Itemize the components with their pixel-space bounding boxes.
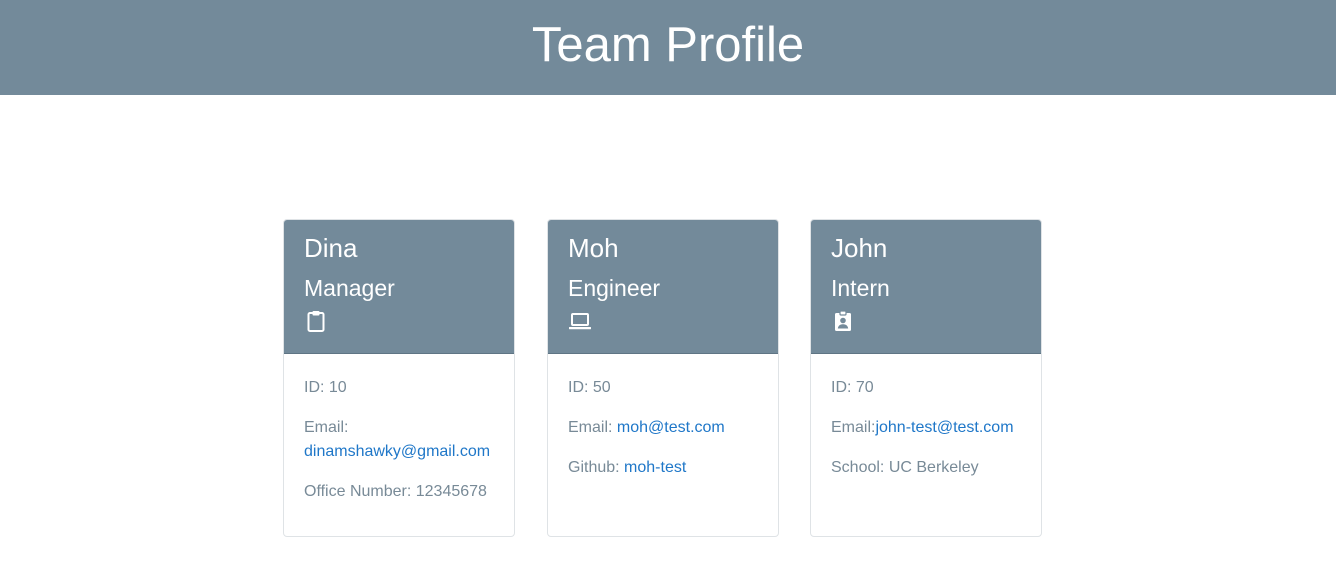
school: School: UC Berkeley bbox=[831, 459, 979, 476]
card-body: ID: 50 Email: moh@test.com Github: moh-t… bbox=[548, 354, 778, 480]
card-header: John Intern bbox=[811, 220, 1041, 354]
page: Team Profile Dina Manager ID: 10 Email: … bbox=[0, 0, 1336, 585]
email-link[interactable]: john-test@test.com bbox=[875, 419, 1013, 436]
email-label: Email: bbox=[568, 419, 613, 436]
card-body: ID: 70 Email:john-test@test.com School: … bbox=[811, 354, 1041, 480]
employee-role: Intern bbox=[831, 275, 890, 301]
github-label: Github: bbox=[568, 459, 620, 476]
employee-id: ID: 50 bbox=[568, 379, 611, 396]
employee-card-manager: Dina Manager ID: 10 Email: dinamshawky@g… bbox=[283, 219, 515, 537]
employee-id: ID: 10 bbox=[304, 379, 347, 396]
email-link[interactable]: moh@test.com bbox=[617, 419, 725, 436]
laptop-icon bbox=[569, 313, 591, 330]
github-row: Github: moh-test bbox=[568, 456, 758, 480]
employee-name: Dina bbox=[304, 233, 358, 263]
card-header: Dina Manager bbox=[284, 220, 514, 354]
employee-email-row: Email: dinamshawky@gmail.com bbox=[304, 416, 494, 464]
clipboard-icon bbox=[307, 311, 325, 332]
employee-email-row: Email: moh@test.com bbox=[568, 416, 758, 440]
employee-card-intern: John Intern ID: 70 Email:john-test@test.… bbox=[810, 219, 1042, 537]
employee-name: John bbox=[831, 233, 888, 263]
employee-card-engineer: Moh Engineer ID: 50 Email: moh@test.com … bbox=[547, 219, 779, 537]
employee-role: Manager bbox=[304, 275, 395, 301]
github-link[interactable]: moh-test bbox=[624, 459, 686, 476]
email-link[interactable]: dinamshawky@gmail.com bbox=[304, 443, 490, 460]
employee-role: Engineer bbox=[568, 275, 661, 301]
email-label: Email: bbox=[304, 419, 349, 436]
badge-icon bbox=[835, 310, 851, 331]
page-header: Team Profile bbox=[0, 0, 1336, 95]
employee-email-row: Email:john-test@test.com bbox=[831, 416, 1021, 440]
email-label: Email: bbox=[831, 419, 876, 436]
employee-name: Moh bbox=[568, 233, 619, 263]
page-title: Team Profile bbox=[531, 17, 805, 72]
card-body: ID: 10 Email: dinamshawky@gmail.com Offi… bbox=[284, 354, 514, 504]
office-number: Office Number: 12345678 bbox=[304, 483, 487, 500]
employee-id: ID: 70 bbox=[831, 379, 874, 396]
card-header: Moh Engineer bbox=[548, 220, 778, 354]
